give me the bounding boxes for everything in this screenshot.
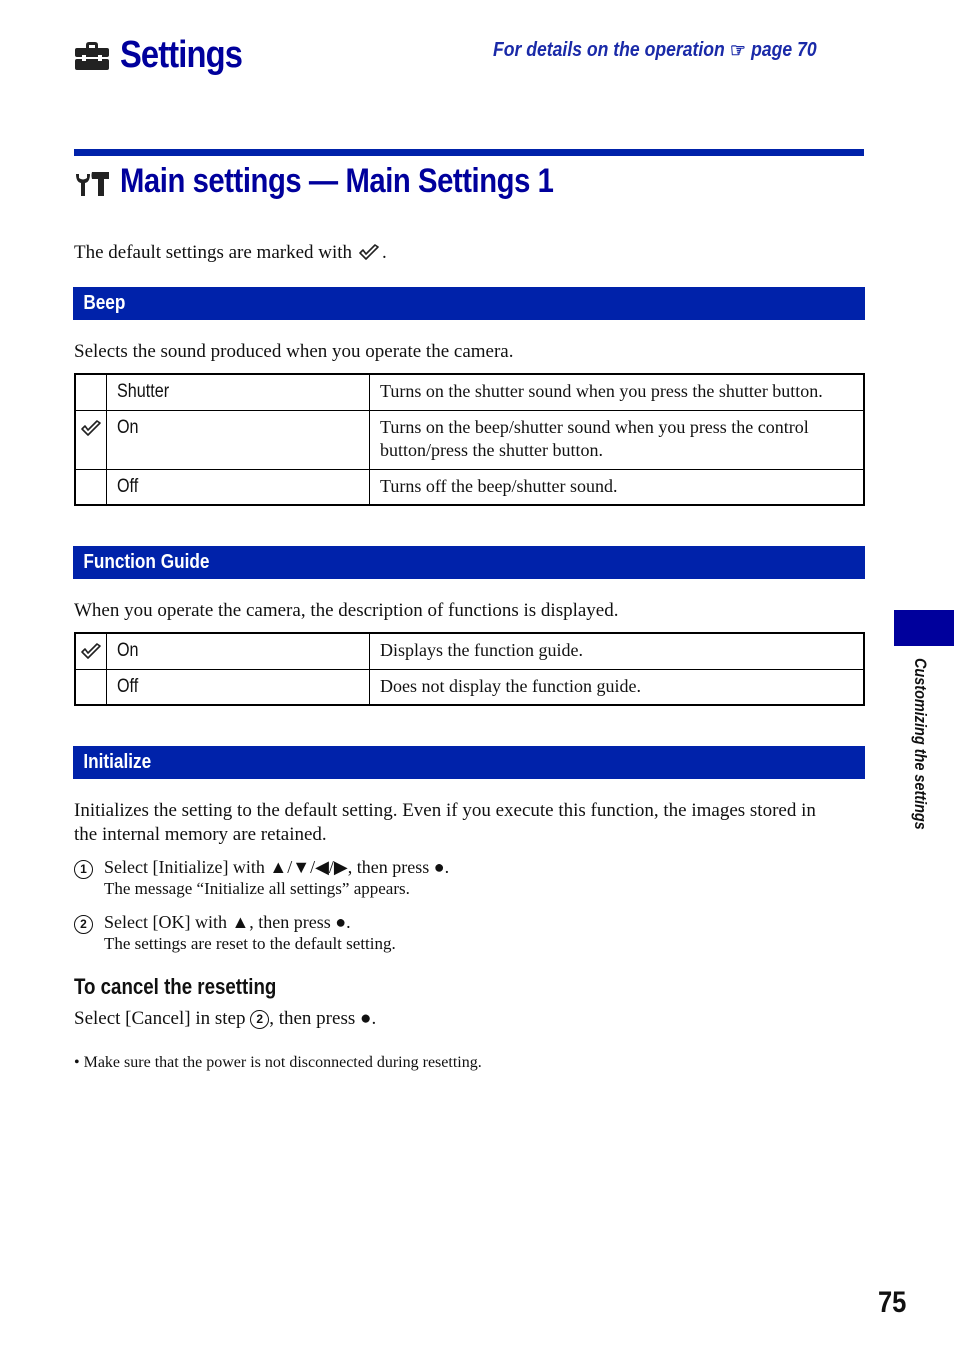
beep-section-title: Beep <box>83 292 126 314</box>
beep-section-bar: Beep <box>73 287 865 320</box>
wrench-hammer-icon <box>76 171 109 196</box>
power-note: • Make sure that the power is not discon… <box>74 1054 482 1071</box>
default-marker-cell <box>74 632 107 670</box>
table-row[interactable]: Shutter Turns on the shutter sound when … <box>74 373 865 411</box>
default-note-text: The default settings are marked with <box>74 242 353 263</box>
initialize-section-title: Initialize <box>83 751 152 773</box>
cancel-text-suffix: , then press ●. <box>269 1008 377 1029</box>
option-name: On <box>106 632 370 670</box>
option-description: Displays the function guide. <box>369 632 865 670</box>
page-title-row: Settings <box>74 34 262 77</box>
beep-options-table: Shutter Turns on the shutter sound when … <box>74 373 865 506</box>
toolbox-icon <box>75 41 109 70</box>
function-guide-section-bar: Function Guide <box>73 546 865 579</box>
step-result: The message “Initialize all settings” ap… <box>104 879 410 898</box>
initialize-description: Initializes the setting to the default s… <box>74 800 816 845</box>
cancel-instruction: Select [Cancel] in step 2, then press ●. <box>74 1007 376 1031</box>
step-2: 2 Select [OK] with ▲, then press ●. The … <box>74 911 396 954</box>
section-heading-row: Main settings — Main Settings 1 <box>74 162 624 201</box>
option-name: Off <box>106 468 370 506</box>
function-guide-options-table: On Displays the function guide. Off Does… <box>74 632 865 706</box>
operation-reference-link[interactable]: For details on the operation ☞ page 70 <box>493 38 817 63</box>
initialize-section-bar: Initialize <box>73 746 865 779</box>
reference-text: For details on the operation <box>493 39 725 61</box>
step-result: The settings are reset to the default se… <box>104 934 396 953</box>
option-description: Does not display the function guide. <box>369 668 865 706</box>
page-number: 75 <box>878 1286 907 1319</box>
option-description: Turns off the beep/shutter sound. <box>369 468 865 506</box>
step-1: 1 Select [Initialize] with ▲/▼/◀/▶, then… <box>74 856 449 899</box>
function-guide-section-title: Function Guide <box>83 551 210 573</box>
option-name: On <box>106 409 370 470</box>
table-row[interactable]: On Turns on the beep/shutter sound when … <box>74 409 865 470</box>
default-check-icon <box>81 643 101 659</box>
step-number-badge: 2 <box>250 1010 270 1029</box>
default-marker-cell <box>74 468 107 506</box>
reference-page[interactable]: page 70 <box>751 39 817 62</box>
step-instruction: Select [OK] with ▲, then press ●. <box>104 912 351 932</box>
chapter-label-text: Customizing the settings <box>911 658 930 830</box>
default-check-icon <box>359 244 379 260</box>
table-row[interactable]: Off Turns off the beep/shutter sound. <box>74 468 865 506</box>
table-row[interactable]: On Displays the function guide. <box>74 632 865 670</box>
step-number-badge: 1 <box>74 860 93 879</box>
beep-description: Selects the sound produced when you oper… <box>74 341 514 362</box>
function-guide-description: When you operate the camera, the descrip… <box>74 600 619 621</box>
default-settings-note: The default settings are marked with . <box>74 241 387 265</box>
option-name: Off <box>106 668 370 706</box>
chapter-tab-marker <box>894 610 954 646</box>
section-divider <box>74 149 864 156</box>
pointing-hand-icon: ☞ <box>730 40 746 62</box>
cancel-text-prefix: Select [Cancel] in step <box>74 1008 246 1029</box>
page-title: Settings <box>120 34 243 76</box>
option-description: Turns on the shutter sound when you pres… <box>369 373 865 411</box>
option-description: Turns on the beep/shutter sound when you… <box>369 409 865 470</box>
chapter-tab-label: Customizing the settings <box>911 658 932 858</box>
option-name: Shutter <box>106 373 370 411</box>
step-instruction: Select [Initialize] with ▲/▼/◀/▶, then p… <box>104 857 450 877</box>
default-note-period: . <box>382 242 387 263</box>
table-row[interactable]: Off Does not display the function guide. <box>74 668 865 706</box>
cancel-heading: To cancel the resetting <box>74 974 277 999</box>
step-number-badge: 2 <box>74 915 93 934</box>
default-check-icon <box>81 419 101 436</box>
default-marker-cell <box>74 668 107 706</box>
default-marker-cell <box>74 373 107 411</box>
default-marker-cell <box>74 409 107 470</box>
section-heading: Main settings — Main Settings 1 <box>120 162 554 200</box>
